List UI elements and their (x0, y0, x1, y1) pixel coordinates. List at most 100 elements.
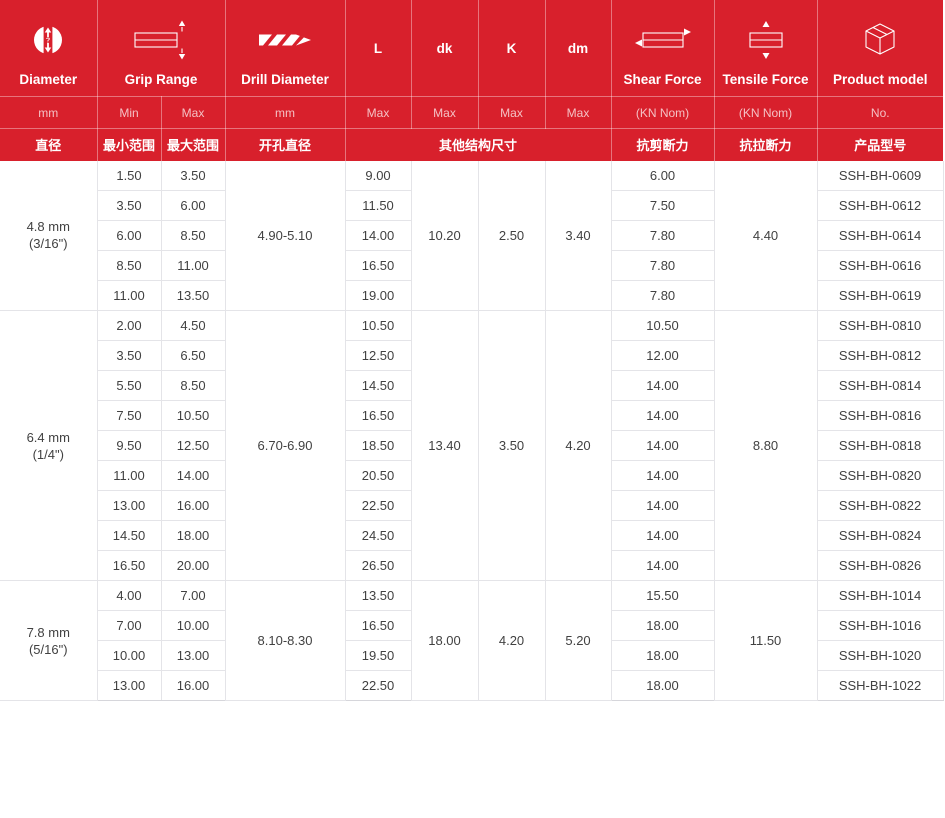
product-box-icon (860, 6, 900, 73)
grip-max-cell: 3.50 (161, 161, 225, 191)
dm-max-cell: 5.20 (545, 581, 611, 701)
product-model-cell: SSH-BH-1020 (817, 641, 943, 671)
shear-force-header: Shear Force (611, 0, 714, 97)
product-model-label: Product model (833, 73, 928, 87)
product-model-header: Product model (817, 0, 943, 97)
grip-max-cell: 7.00 (161, 581, 225, 611)
shear-force-cell: 6.00 (611, 161, 714, 191)
shear-force-cell: 7.80 (611, 281, 714, 311)
grip-max-cell: 11.00 (161, 251, 225, 281)
l-max-cell: 20.50 (345, 461, 411, 491)
tensile-force-icon (743, 6, 789, 73)
diameter-cell: 6.4 mm(1/4") (0, 311, 97, 581)
dk-max-cell: 13.40 (411, 311, 478, 581)
grip-min-cell: 13.00 (97, 491, 161, 521)
product-model-cell: SSH-BH-1014 (817, 581, 943, 611)
product-model-cell: SSH-BH-0822 (817, 491, 943, 521)
rivet-spec-table: ? Diameter (0, 0, 944, 701)
table-row: 7.8 mm(5/16")4.007.008.10-8.3013.5018.00… (0, 581, 943, 611)
shear-force-cell: 14.00 (611, 521, 714, 551)
l-max-cell: 19.50 (345, 641, 411, 671)
grip-max-cell: 14.00 (161, 461, 225, 491)
shear-force-cell: 7.80 (611, 251, 714, 281)
rivet-spec-page: ? Diameter (0, 0, 945, 818)
dm-max-cell: 3.40 (545, 161, 611, 311)
tensile-force-header: Tensile Force (714, 0, 817, 97)
drill-diameter-cell: 8.10-8.30 (225, 581, 345, 701)
dk-header: dk (411, 0, 478, 97)
l-max-cell: 16.50 (345, 611, 411, 641)
dk-label: dk (437, 41, 453, 56)
grip-max-cell: 13.50 (161, 281, 225, 311)
product-unit: No. (817, 97, 943, 129)
l-max-cell: 14.00 (345, 221, 411, 251)
grip-max-cell: 6.00 (161, 191, 225, 221)
other-dimensions-cn: 其他结构尺寸 (345, 129, 611, 161)
grip-min-cell: 11.00 (97, 281, 161, 311)
l-max-cell: 16.50 (345, 251, 411, 281)
grip-range-header: Grip Range (97, 0, 225, 97)
l-max-cell: 12.50 (345, 341, 411, 371)
grip-min-cell: 3.50 (97, 191, 161, 221)
shear-force-cell: 18.00 (611, 641, 714, 671)
grip-max-cell: 4.50 (161, 311, 225, 341)
shear-force-cell: 14.00 (611, 461, 714, 491)
drill-bit-icon (256, 6, 314, 73)
table-row: 6.4 mm(1/4")2.004.506.70-6.9010.5013.403… (0, 311, 943, 341)
k-label: K (507, 41, 517, 56)
l-max-cell: 19.00 (345, 281, 411, 311)
dk-max-cell: 10.20 (411, 161, 478, 311)
grip-min-cell: 7.00 (97, 611, 161, 641)
product-model-cell: SSH-BH-0619 (817, 281, 943, 311)
grip-max-cell: 6.50 (161, 341, 225, 371)
drill-diameter-cell: 4.90-5.10 (225, 161, 345, 311)
diameter-inch: (1/4") (0, 446, 97, 463)
tensile-cn: 抗拉断力 (714, 129, 817, 161)
product-model-cell: SSH-BH-0814 (817, 371, 943, 401)
header-unit-row: mm Min Max mm Max Max Max Max (KN Nom) (… (0, 97, 943, 129)
product-model-cell: SSH-BH-1022 (817, 671, 943, 701)
product-cn: 产品型号 (817, 129, 943, 161)
product-model-cell: SSH-BH-0816 (817, 401, 943, 431)
l-max-cell: 14.50 (345, 371, 411, 401)
k-max-cell: 3.50 (478, 311, 545, 581)
grip-max-cell: 16.00 (161, 671, 225, 701)
l-label: L (374, 41, 382, 56)
product-model-cell: SSH-BH-0812 (817, 341, 943, 371)
grip-min-cell: 3.50 (97, 341, 161, 371)
k-max-cell: 4.20 (478, 581, 545, 701)
grip-max-cell: 10.50 (161, 401, 225, 431)
l-max-cell: 24.50 (345, 521, 411, 551)
tensile-unit: (KN Nom) (714, 97, 817, 129)
tensile-force-label: Tensile Force (723, 73, 809, 87)
diameter-unit: mm (0, 97, 97, 129)
tensile-force-cell: 11.50 (714, 581, 817, 701)
grip-min-cell: 8.50 (97, 251, 161, 281)
table-header: ? Diameter (0, 0, 943, 161)
grip-max-cell: 13.00 (161, 641, 225, 671)
grip-max-cn: 最大范围 (161, 129, 225, 161)
grip-max-cell: 12.50 (161, 431, 225, 461)
diameter-mm: 6.4 mm (0, 429, 97, 446)
k-header: K (478, 0, 545, 97)
k-max-cell: 2.50 (478, 161, 545, 311)
grip-min-cell: 5.50 (97, 371, 161, 401)
grip-min-cell: 14.50 (97, 521, 161, 551)
drill-diameter-label: Drill Diameter (241, 73, 329, 87)
grip-max-cell: 8.50 (161, 371, 225, 401)
shear-force-cell: 14.00 (611, 551, 714, 581)
dm-label: dm (568, 41, 588, 56)
drill-diameter-header: Drill Diameter (225, 0, 345, 97)
shear-force-cell: 12.00 (611, 341, 714, 371)
l-header: L (345, 0, 411, 97)
shear-force-cell: 10.50 (611, 311, 714, 341)
header-chinese-row: 直径 最小范围 最大范围 开孔直径 其他结构尺寸 抗剪断力 抗拉断力 产品型号 (0, 129, 943, 161)
shear-force-cell: 7.50 (611, 191, 714, 221)
dm-header: dm (545, 0, 611, 97)
l-max-cell: 22.50 (345, 671, 411, 701)
grip-min-cn: 最小范围 (97, 129, 161, 161)
shear-force-cell: 14.00 (611, 401, 714, 431)
drill-unit: mm (225, 97, 345, 129)
product-model-cell: SSH-BH-0612 (817, 191, 943, 221)
product-model-cell: SSH-BH-0818 (817, 431, 943, 461)
